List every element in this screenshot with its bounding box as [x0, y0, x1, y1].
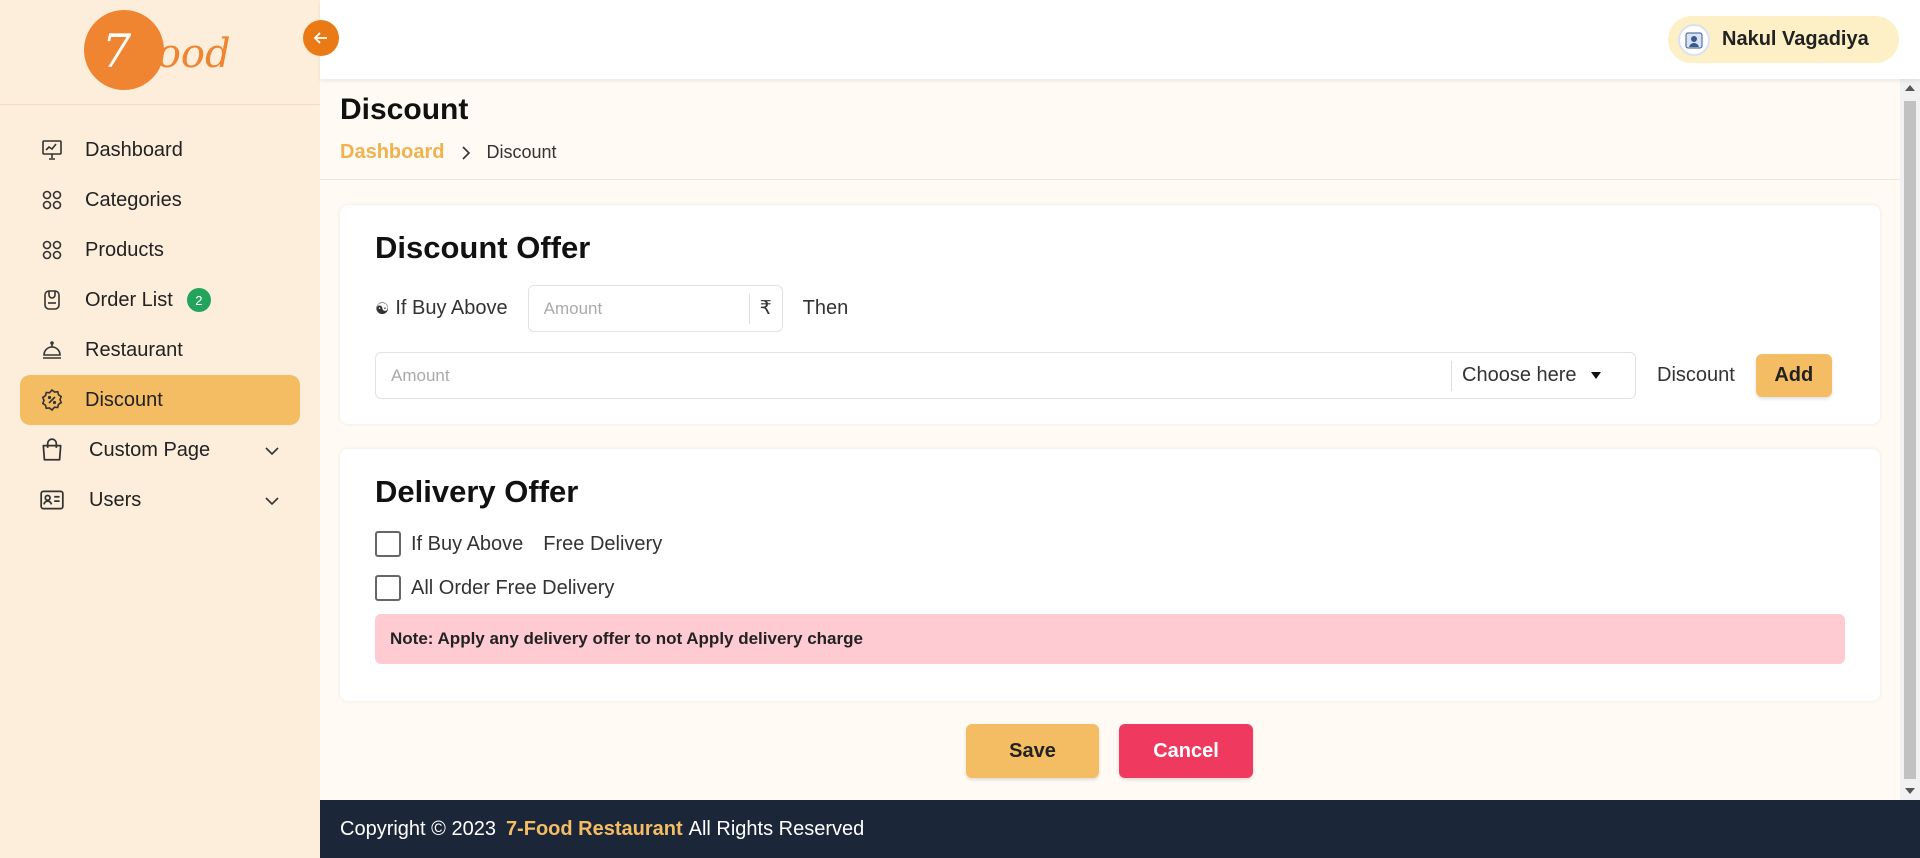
scroll-up-arrow-icon[interactable] — [1905, 85, 1915, 91]
scrollbar-thumb[interactable] — [1904, 101, 1916, 779]
sidebar-nav: Dashboard Categories Products Order List… — [20, 125, 300, 525]
delivery-offer-title: Delivery Offer — [375, 474, 579, 509]
select-value: Choose here — [1462, 364, 1577, 386]
footer: Copyright © 2023 7-Food Restaurant All R… — [320, 800, 1920, 858]
main-content: Discount Dashboard Discount Discount Off… — [320, 79, 1900, 800]
sidebar-item-discount[interactable]: Discount — [20, 375, 300, 425]
breadcrumb: Dashboard Discount — [340, 141, 557, 164]
user-menu[interactable]: Nakul Vagadiya — [1668, 16, 1899, 63]
breadcrumb-dashboard-link[interactable]: Dashboard — [340, 141, 444, 164]
logo-number: 7 — [102, 24, 132, 78]
sidebar-item-custom-page[interactable]: Custom Page — [20, 425, 300, 475]
checkbox-label: If Buy Above — [411, 532, 524, 555]
discount-amount-input[interactable] — [376, 365, 1451, 386]
sidebar-item-dashboard[interactable]: Dashboard — [20, 125, 300, 175]
logo-text: 7Food — [102, 28, 231, 77]
brand-logo[interactable]: 7Food — [84, 10, 231, 90]
radio-label: If Buy Above — [395, 297, 508, 319]
buy-above-free-delivery-option: If Buy Above Free Delivery — [375, 531, 662, 557]
then-label: Then — [802, 297, 849, 319]
topbar: Nakul Vagadiya — [320, 0, 1920, 79]
scroll-down-arrow-icon[interactable] — [1905, 788, 1915, 794]
discount-label: Discount — [1657, 364, 1735, 386]
rupee-icon: ₹ — [748, 293, 782, 324]
checkbox-label: All Order Free Delivery — [411, 576, 615, 599]
avatar — [1678, 23, 1710, 56]
scrollbar[interactable] — [1900, 79, 1920, 800]
free-delivery-label: Free Delivery — [543, 532, 663, 555]
caret-down-icon — [1590, 372, 1601, 379]
user-avatar-icon — [1685, 32, 1703, 48]
min-amount-input[interactable] — [528, 298, 749, 319]
cloche-icon — [39, 337, 65, 363]
sidebar-item-label: Dashboard — [85, 138, 183, 161]
arrow-left-icon — [313, 32, 327, 44]
breadcrumb-current: Discount — [486, 142, 557, 162]
user-name: Nakul Vagadiya — [1722, 28, 1869, 50]
sidebar-item-label: Users — [89, 488, 142, 511]
all-order-free-delivery-option: All Order Free Delivery — [375, 575, 614, 601]
sidebar-item-label: Order List — [85, 288, 173, 311]
logo-divider — [0, 104, 320, 105]
logo-word: Food — [131, 31, 231, 77]
sidebar-item-order-list[interactable]: Order List 2 — [20, 275, 300, 325]
if-buy-above-radio[interactable]: ☯ If Buy Above — [375, 297, 508, 320]
id-card-icon — [39, 487, 65, 513]
sidebar-item-products[interactable]: Products — [20, 225, 300, 275]
all-order-checkbox[interactable] — [375, 575, 401, 601]
discount-condition-row: ☯ If Buy Above ₹ Then — [375, 285, 848, 332]
grid-icon — [39, 187, 65, 213]
sidebar: 7Food Dashboard Categories Products Orde… — [0, 0, 320, 858]
save-button[interactable]: Save — [966, 724, 1099, 778]
rights-text: All Rights Reserved — [688, 817, 865, 840]
discount-value-row: Choose here Discount Add — [375, 352, 1832, 399]
footer-brand-link[interactable]: 7-Food Restaurant — [506, 818, 683, 841]
collapse-sidebar-button[interactable] — [303, 20, 339, 56]
sidebar-item-restaurant[interactable]: Restaurant — [20, 325, 300, 375]
presentation-chart-icon — [39, 137, 65, 163]
sidebar-item-label: Custom Page — [89, 438, 211, 461]
delivery-note: Note: Apply any delivery offer to not Ap… — [375, 614, 1845, 664]
page-title: Discount — [340, 93, 469, 126]
order-count-badge: 2 — [186, 288, 211, 312]
chevron-down-icon[interactable] — [264, 492, 280, 515]
shopping-bag-icon — [39, 437, 65, 463]
discount-type-select[interactable]: Choose here — [1451, 360, 1635, 391]
min-amount-field: ₹ — [527, 285, 783, 332]
radio-icon: ☯ — [375, 300, 390, 318]
grid-icon — [39, 237, 65, 263]
sidebar-item-users[interactable]: Users — [20, 475, 300, 525]
add-button[interactable]: Add — [1755, 354, 1832, 397]
discount-offer-card: Discount Offer ☯ If Buy Above ₹ Then Cho… — [340, 205, 1880, 424]
discount-offer-title: Discount Offer — [375, 230, 591, 265]
order-bag-icon — [39, 287, 65, 313]
chevron-down-icon[interactable] — [264, 442, 280, 465]
discount-badge-icon — [39, 387, 65, 413]
sidebar-item-label: Categories — [85, 188, 182, 211]
sidebar-item-label: Restaurant — [85, 338, 183, 361]
copyright-text: Copyright © 2023 — [340, 817, 496, 840]
sidebar-item-categories[interactable]: Categories — [20, 175, 300, 225]
cancel-button[interactable]: Cancel — [1119, 724, 1253, 778]
chevron-right-icon — [460, 145, 472, 160]
sidebar-item-label: Discount — [85, 388, 163, 411]
sidebar-item-label: Products — [85, 238, 164, 261]
delivery-offer-card: Delivery Offer If Buy Above Free Deliver… — [340, 449, 1880, 701]
discount-amount-field: Choose here — [375, 352, 1636, 399]
header-divider — [320, 179, 1900, 180]
buy-above-checkbox[interactable] — [375, 531, 401, 557]
